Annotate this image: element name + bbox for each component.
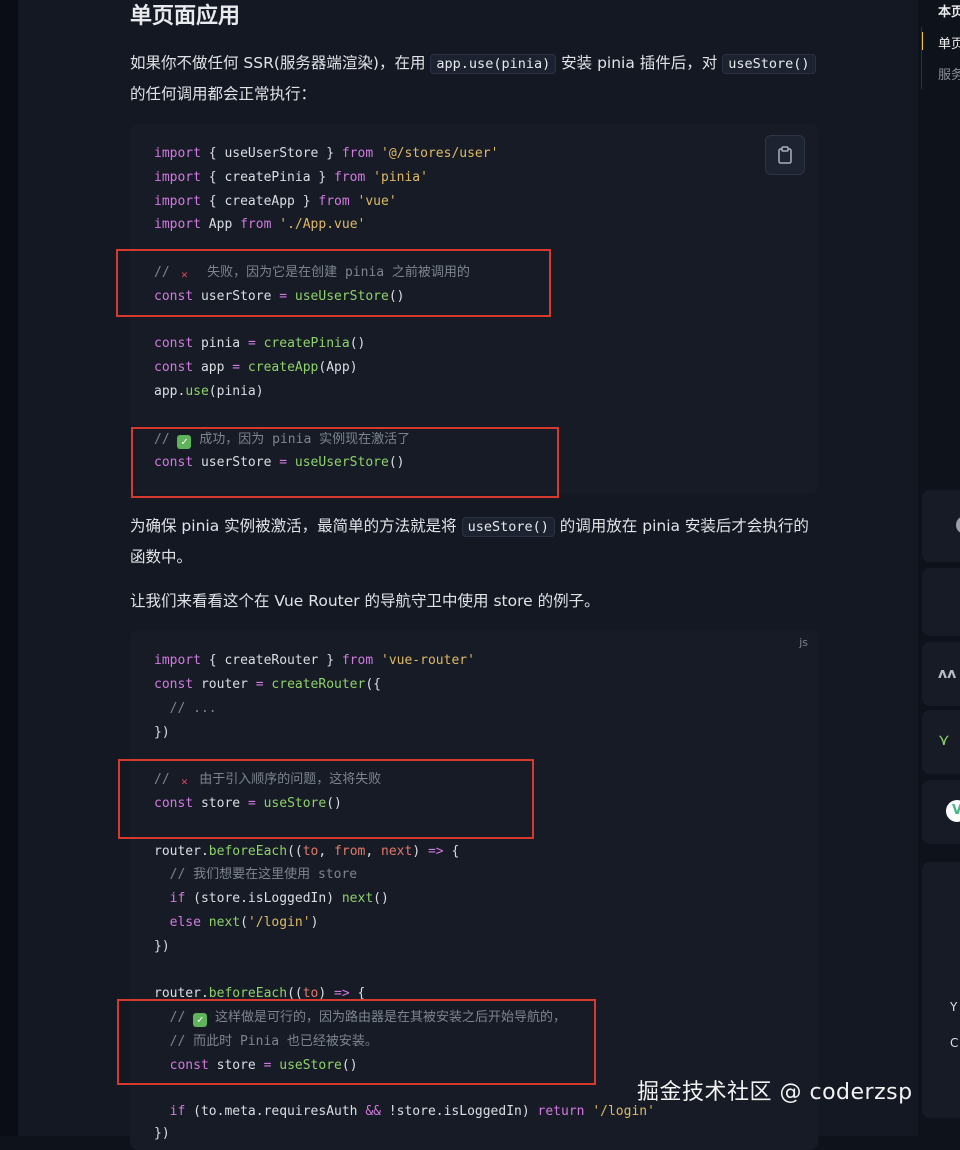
vue-logo-icon: V bbox=[946, 800, 960, 822]
left-edge-bar bbox=[0, 0, 18, 1136]
inline-code: useStore() bbox=[722, 54, 816, 74]
paragraph-explain: 为确保 pinia 实例被激活，最简单的方法就是将 useStore() 的调用… bbox=[130, 511, 820, 572]
code-comment: // 我们想要在这里使用 store bbox=[154, 867, 358, 882]
code-line: const router = createRouter({ bbox=[154, 677, 381, 692]
code-line: import { createRouter } from 'vue-router… bbox=[154, 653, 475, 668]
code-comment: // ... bbox=[154, 701, 217, 716]
code-line: import App from './App.vue' bbox=[154, 217, 366, 232]
highlight-box bbox=[117, 999, 596, 1085]
highlight-box bbox=[131, 427, 559, 498]
code-line: app.use(pinia) bbox=[154, 384, 264, 399]
code-line: import { useUserStore } from '@/stores/u… bbox=[154, 146, 499, 161]
code-line: import { createPinia } from 'pinia' bbox=[154, 170, 428, 185]
code-line: }) bbox=[154, 939, 170, 954]
brand-logo-icon: ⋎ bbox=[938, 730, 950, 749]
code-line: if (store.isLoggedIn) next() bbox=[154, 891, 389, 906]
brand-logo-icon: ᴧᴧ bbox=[938, 666, 957, 682]
toc-title: 本页 bbox=[938, 5, 960, 20]
code-line: import { createApp } from 'vue' bbox=[154, 194, 397, 209]
inline-code: useStore() bbox=[461, 517, 555, 537]
clipboard-icon bbox=[778, 146, 792, 164]
code-line: router.beforeEach((to, from, next) => { bbox=[154, 844, 460, 859]
avatar-icon bbox=[956, 516, 960, 534]
toc-item-active[interactable]: 单页 bbox=[938, 33, 960, 52]
sidebar-card[interactable] bbox=[922, 490, 960, 562]
highlight-box bbox=[118, 759, 534, 839]
sidebar-card: Y C bbox=[922, 862, 960, 1118]
code-line: }) bbox=[154, 1126, 170, 1141]
para-text: 安装 pinia 插件后，对 bbox=[561, 54, 718, 72]
code-line: const app = createApp(App) bbox=[154, 360, 358, 375]
code-language-label: js bbox=[799, 636, 808, 649]
card-text: Y bbox=[950, 1000, 958, 1014]
paragraph-intro: 如果你不做任何 SSR(服务器端渲染)，在用 app.use(pinia) 安装… bbox=[130, 48, 820, 109]
para-text: 的任何调用都会正常执行： bbox=[130, 85, 317, 103]
card-text: C bbox=[950, 1036, 959, 1050]
sidebar-card[interactable] bbox=[922, 568, 960, 636]
para-text: 如果你不做任何 SSR(服务器端渲染)，在用 bbox=[130, 54, 426, 72]
inline-code: app.use(pinia) bbox=[430, 54, 557, 74]
sidebar-card[interactable]: ⋎ bbox=[922, 710, 960, 774]
sidebar-card[interactable]: V bbox=[922, 780, 960, 844]
sidebar-card[interactable]: ᴧᴧ bbox=[922, 642, 960, 706]
code-line: if (to.meta.requiresAuth && !store.isLog… bbox=[154, 1104, 655, 1119]
section-heading: 单页面应用 bbox=[130, 4, 241, 29]
code-line: else next('/login') bbox=[154, 915, 319, 930]
toc-rail bbox=[921, 27, 922, 89]
highlight-box bbox=[116, 249, 551, 317]
copy-code-button[interactable] bbox=[765, 135, 805, 175]
watermark: 掘金技术社区 @ coderzsp bbox=[637, 1080, 913, 1105]
para-text: 为确保 pinia 实例被激活，最简单的方法就是将 bbox=[130, 517, 457, 535]
paragraph-router: 让我们来看看这个在 Vue Router 的导航守卫中使用 store 的例子。 bbox=[130, 592, 600, 610]
code-line: }) bbox=[154, 725, 170, 740]
code-line: const pinia = createPinia() bbox=[154, 336, 366, 351]
toc-item[interactable]: 服务 bbox=[938, 64, 960, 83]
